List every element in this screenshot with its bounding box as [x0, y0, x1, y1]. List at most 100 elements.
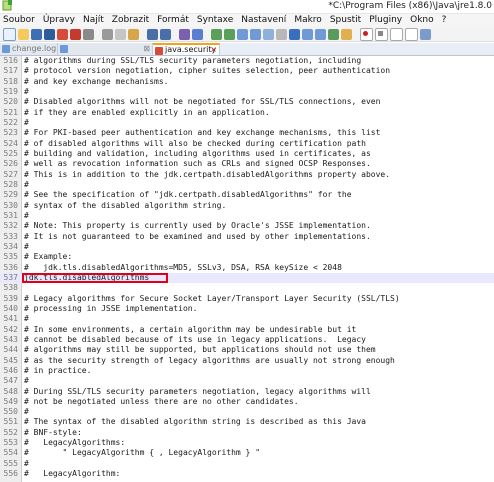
code-line[interactable]: 521 # if they are enabled explicitly in a…: [0, 108, 494, 118]
doc-map-icon[interactable]: [315, 28, 326, 40]
code-lines: 516 # algorithms during SSL/TLS security …: [0, 56, 494, 479]
code-line[interactable]: 516 # algorithms during SSL/TLS security …: [0, 56, 494, 66]
line-text: # During SSL/TLS security parameters neg…: [24, 386, 371, 396]
code-line[interactable]: 532 # Note: This property is currently us…: [0, 221, 494, 231]
menu-najit[interactable]: Najít: [83, 14, 104, 27]
code-line[interactable]: 518 # and key exchange mechanisms.: [0, 77, 494, 87]
code-line[interactable]: 531 #: [0, 211, 494, 221]
zoom-out-icon[interactable]: [224, 28, 235, 40]
menu-format[interactable]: Formát: [157, 14, 189, 27]
menu-zobrazit[interactable]: Zobrazit: [112, 14, 149, 27]
record-macro-icon[interactable]: [360, 27, 373, 41]
show-all-chars-icon[interactable]: [276, 28, 287, 40]
close-tab-icon[interactable]: ⊠: [143, 43, 150, 55]
open-file-icon[interactable]: [18, 28, 29, 40]
function-list-icon[interactable]: [328, 28, 339, 40]
code-line[interactable]: 542 # In some environments, a certain alg…: [0, 325, 494, 335]
zoom-in-icon[interactable]: [211, 28, 222, 40]
code-line[interactable]: 534 #: [0, 242, 494, 252]
indent-guide-icon[interactable]: [289, 28, 300, 40]
new-file-icon[interactable]: [3, 27, 16, 41]
code-line[interactable]: 527 # This is in addition to the jdk.cert…: [0, 170, 494, 180]
code-line[interactable]: 533 # It is not guaranteed to be examined…: [0, 232, 494, 242]
code-line[interactable]: 530 # syntax of the disabled algorithm st…: [0, 201, 494, 211]
line-text: # LegacyAlgorithms:: [24, 438, 126, 448]
save-icon[interactable]: [31, 28, 42, 40]
code-line[interactable]: 548 # During SSL/TLS security parameters …: [0, 387, 494, 397]
save-macro-icon[interactable]: [420, 28, 431, 40]
paste-icon[interactable]: [128, 28, 139, 40]
code-line[interactable]: 525 # building and validation, including …: [0, 149, 494, 159]
undo-icon[interactable]: [147, 28, 158, 40]
code-line[interactable]: 522 #: [0, 118, 494, 128]
line-text: #: [24, 179, 29, 189]
code-line[interactable]: 529 # See the specification of "jdk.certp…: [0, 190, 494, 200]
play-multiple-macro-icon[interactable]: [405, 27, 418, 41]
sync-scroll-icon[interactable]: [237, 28, 248, 40]
code-line[interactable]: 547 #: [0, 376, 494, 386]
code-line[interactable]: 545 # as the security strength of legacy …: [0, 356, 494, 366]
stop-macro-icon[interactable]: [375, 27, 388, 41]
menu-makro[interactable]: Makro: [294, 14, 322, 27]
editor[interactable]: 516 # algorithms during SSL/TLS security …: [0, 56, 494, 482]
print-icon[interactable]: [83, 28, 94, 40]
menu-okno[interactable]: Okno: [410, 14, 434, 27]
code-line[interactable]: 524 # of disabled algorithms will also be…: [0, 139, 494, 149]
code-line[interactable]: 550 #: [0, 407, 494, 417]
line-text: # " LegacyAlgorithm { , LegacyAlgorithm …: [24, 448, 261, 458]
code-line[interactable]: 526 # well as revocation information such…: [0, 159, 494, 169]
tab-label: change.log: [12, 44, 57, 53]
code-line[interactable]: 554 # " LegacyAlgorithm { , LegacyAlgorit…: [0, 448, 494, 458]
code-line[interactable]: 540 # processing in JSSE implementation.: [0, 304, 494, 314]
code-line[interactable]: 541 #: [0, 314, 494, 324]
code-line[interactable]: 537 jdk.tls.disabledAlgorithms: [0, 272, 494, 284]
language-icon[interactable]: [302, 28, 313, 40]
line-number: 546: [3, 365, 18, 375]
tab-untitled[interactable]: ⊠: [58, 43, 153, 55]
menu-nastaveni[interactable]: Nastavení: [241, 14, 286, 27]
code-line[interactable]: 555 #: [0, 459, 494, 469]
replace-icon[interactable]: [192, 28, 203, 40]
tab-change-log[interactable]: change.log: [0, 43, 58, 55]
folder-workspace-icon[interactable]: [341, 28, 352, 40]
menu-help[interactable]: ?: [442, 14, 447, 27]
code-line[interactable]: 551 # The syntax of the disabled algorith…: [0, 417, 494, 427]
menu-upravy[interactable]: Úpravy: [43, 14, 75, 27]
code-line[interactable]: 539 # Legacy algorithms for Secure Socket…: [0, 294, 494, 304]
code-line[interactable]: 519 #: [0, 87, 494, 97]
sync-horizontal-icon[interactable]: [250, 28, 261, 40]
code-line[interactable]: 517 # protocol version negotiation, ciphe…: [0, 66, 494, 76]
code-line[interactable]: 553 # LegacyAlgorithms:: [0, 438, 494, 448]
play-macro-icon[interactable]: [390, 27, 403, 41]
code-line[interactable]: 549 # not be negotiated unless there are …: [0, 397, 494, 407]
copy-icon[interactable]: [115, 28, 126, 40]
code-line[interactable]: 523 # For PKI-based peer authentication a…: [0, 128, 494, 138]
menu-soubor[interactable]: Soubor: [3, 14, 35, 27]
find-icon[interactable]: [179, 28, 190, 40]
code-line[interactable]: 528 #: [0, 180, 494, 190]
code-line[interactable]: 520 # Disabled algorithms will not be neg…: [0, 97, 494, 107]
menu-pluginy[interactable]: Pluginy: [369, 14, 402, 27]
code-line[interactable]: 546 # in practice.: [0, 366, 494, 376]
menu-spustit[interactable]: Spustit: [330, 14, 361, 27]
line-number: 523: [3, 128, 18, 138]
close-file-icon[interactable]: [57, 28, 68, 40]
code-line[interactable]: 543 # cannot be disabled because of its u…: [0, 335, 494, 345]
word-wrap-icon[interactable]: [263, 28, 274, 40]
menu-bar: Soubor Úpravy Najít Zobrazit Formát Synt…: [0, 14, 494, 27]
code-line[interactable]: 536 # jdk.tls.disabledAlgorithms=MD5, SSL…: [0, 263, 494, 273]
toolbar-separator: [173, 29, 177, 40]
close-all-icon[interactable]: [70, 28, 81, 40]
cut-icon[interactable]: [102, 28, 113, 40]
save-all-icon[interactable]: [44, 28, 55, 40]
close-tab-icon[interactable]: ×: [210, 45, 217, 55]
tab-java-security[interactable]: java.security ×: [153, 43, 220, 55]
code-line[interactable]: 544 # algorithms may still be supported, …: [0, 345, 494, 355]
code-line[interactable]: 556 # LegacyAlgorithm:: [0, 469, 494, 479]
menu-syntaxe[interactable]: Syntaxe: [197, 14, 233, 27]
code-line[interactable]: 535 # Example:: [0, 252, 494, 262]
code-line[interactable]: 552 # BNF-style:: [0, 428, 494, 438]
redo-icon[interactable]: [160, 28, 171, 40]
line-number: 532: [3, 221, 18, 231]
code-line[interactable]: 538: [0, 283, 494, 293]
